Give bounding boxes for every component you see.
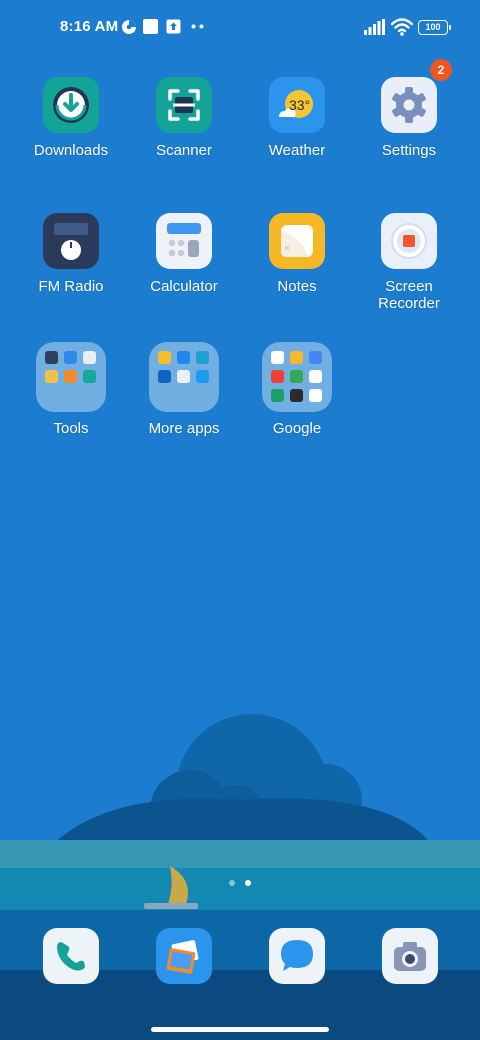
notification-badge: 2 [430,59,452,81]
app-label: Settings [381,142,437,159]
folder-label: More apps [148,420,220,437]
folder-app-icon [196,351,209,364]
wifi-icon [391,18,413,36]
folder-app-icon [45,351,58,364]
app-downloads[interactable]: Downloads [15,77,127,159]
folder-app-icon [64,351,77,364]
folder-app-icon [290,389,303,402]
folder-app-icon [271,389,284,402]
folder-label: Tools [53,420,89,437]
app-settings[interactable]: Settings [353,77,465,159]
page-indicator-dot[interactable] [229,880,235,886]
signal-icon [364,19,385,35]
folder-icon [262,342,332,412]
folder-app-icon [309,389,322,402]
app-label: FM Radio [38,278,104,295]
phone-icon [57,942,85,971]
folder-app-icon [271,370,284,383]
folder-icon [36,342,106,412]
weather-temperature: 33° [289,97,311,113]
dock-phone[interactable] [43,928,99,984]
folder-app-icon [309,351,322,364]
folder-app-icon [64,370,77,383]
calculator-icon [156,213,212,269]
camera-icon [394,942,426,971]
app-screen-recorder[interactable]: Screen Recorder [353,213,465,312]
status-bar: 8:16 AM 100 [0,0,480,56]
folder-more-apps[interactable]: More apps [128,342,240,437]
gallery-icon [166,940,199,974]
app-notes[interactable]: Notes [241,213,353,295]
app-fm-radio[interactable]: FM Radio [15,213,127,295]
app-label: Weather [268,142,326,159]
folder-app-icon [271,351,284,364]
folder-app-icon [290,370,303,383]
folder-google[interactable]: Google [241,342,353,437]
status-time: 8:16 AM [60,18,119,35]
upload-icon [166,19,181,34]
app-label: Notes [277,278,317,295]
settings-icon [381,77,437,133]
data-saver-icon [122,20,136,34]
app-label: Screen Recorder [378,278,440,312]
folder-app-icon [177,351,190,364]
messages-icon [281,940,313,971]
folder-app-icon [196,370,209,383]
folder-tools[interactable]: Tools [15,342,127,437]
battery-icon: 100 [418,20,451,35]
folder-app-icon [309,370,322,383]
app-label: Scanner [156,142,212,159]
folder-app-icon [83,370,96,383]
screen-recorder-icon [381,213,437,269]
folder-app-icon [177,370,190,383]
app-notification-icon [143,19,158,34]
folder-label: Google [272,420,322,437]
folder-app-icon [83,351,96,364]
fm-radio-icon [43,213,99,269]
weather-icon: 33° [269,77,325,133]
app-label: Calculator [150,278,218,295]
dock-gallery[interactable] [156,928,212,984]
folder-app-icon [290,351,303,364]
folder-app-icon [158,370,171,383]
notes-icon [269,213,325,269]
home-gesture-bar[interactable] [151,1027,329,1032]
folder-icon [149,342,219,412]
downloads-icon [43,77,99,133]
app-weather[interactable]: 33° Weather [241,77,353,159]
folder-app-icon [45,370,58,383]
folder-app-icon [158,351,171,364]
app-scanner[interactable]: Scanner [128,77,240,159]
dock-messages[interactable] [269,928,325,984]
more-notifications-icon [191,24,204,29]
app-calculator[interactable]: Calculator [128,213,240,295]
scanner-icon [156,77,212,133]
app-label: Downloads [33,142,109,159]
dock-camera[interactable] [382,928,438,984]
page-indicator-dot-active[interactable] [245,880,251,886]
